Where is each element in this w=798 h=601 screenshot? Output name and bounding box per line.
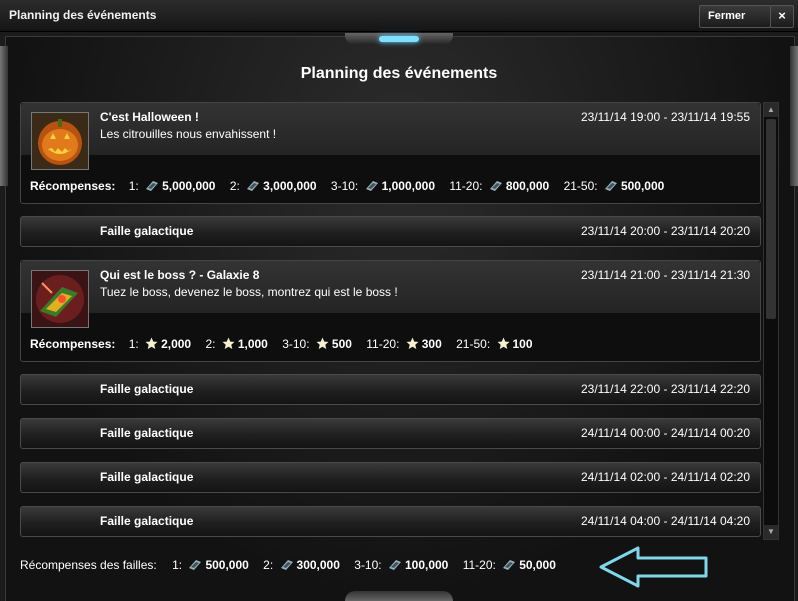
reward-value: 500 xyxy=(331,337,352,351)
event-title: Faille galactique xyxy=(100,470,194,484)
reward-rank: 11-20: xyxy=(462,558,496,572)
reward-rank: 3-10: xyxy=(354,558,382,572)
reward-rank: 21-50: xyxy=(456,337,491,351)
event-title: Faille galactique xyxy=(100,514,194,528)
close-icon[interactable]: × xyxy=(770,5,794,28)
reward-rank: 3-10: xyxy=(330,179,359,193)
event-row-faille[interactable]: Faille galactique 23/11/14 22:00 - 23/11… xyxy=(20,374,761,405)
boss-ship-icon xyxy=(31,270,89,328)
scroll-up-button[interactable]: ▲ xyxy=(764,103,778,117)
rewards-label: Récompenses: xyxy=(30,179,116,193)
event-list: C'est Halloween ! 23/11/14 19:00 - 23/11… xyxy=(20,102,761,538)
event-description: Tuez le boss, devenez le boss, montrez q… xyxy=(100,285,398,299)
credit-chip-icon xyxy=(246,180,260,195)
event-row-faille[interactable]: Faille galactique 24/11/14 04:00 - 24/11… xyxy=(20,506,761,537)
event-row-faille[interactable]: Faille galactique 24/11/14 02:00 - 24/11… xyxy=(20,462,761,493)
event-title: Faille galactique xyxy=(100,382,194,396)
event-date: 23/11/14 19:00 - 23/11/14 19:55 xyxy=(580,110,750,124)
reward-rank: 2: xyxy=(263,558,274,572)
credit-chip-icon xyxy=(604,180,618,195)
reward-value: 1,000 xyxy=(237,337,268,351)
credit-chip-icon xyxy=(489,180,503,195)
event-title: Faille galactique xyxy=(100,426,194,440)
page-title: Planning des événements xyxy=(300,65,498,82)
event-row-faille[interactable]: Faille galactique 24/11/14 00:00 - 24/11… xyxy=(20,418,761,449)
event-date: 24/11/14 04:00 - 24/11/14 04:20 xyxy=(580,514,750,528)
event-date: 23/11/14 20:00 - 23/11/14 20:20 xyxy=(580,224,750,238)
bottom-frame-ornament xyxy=(345,591,453,601)
event-date: 23/11/14 21:00 - 23/11/14 21:30 xyxy=(580,268,750,282)
title-bar: Planning des événements Fermer × xyxy=(0,0,798,32)
reward-value: 3,000,000 xyxy=(263,179,317,193)
top-frame-ornament xyxy=(345,33,453,45)
close-button[interactable]: Fermer xyxy=(699,5,771,28)
rewards-line: Récompenses: 1: 2,000 2: 1,000 3-10: 500… xyxy=(30,337,544,353)
event-title: Faille galactique xyxy=(100,224,194,238)
reward-rank: 1: xyxy=(128,337,139,351)
credit-chip-icon xyxy=(145,180,159,195)
event-card-halloween[interactable]: C'est Halloween ! 23/11/14 19:00 - 23/11… xyxy=(20,102,761,204)
event-planning-window: Planning des événements Fermer × Plannin… xyxy=(0,0,798,601)
credit-chip-icon xyxy=(365,180,379,195)
event-title: Qui est le boss ? - Galaxie 8 xyxy=(100,268,260,282)
reward-rank: 2: xyxy=(229,179,240,193)
credit-chip-icon xyxy=(502,559,516,574)
scrollbar-thumb[interactable] xyxy=(766,119,776,319)
reward-value: 500,000 xyxy=(205,558,249,572)
pumpkin-icon xyxy=(31,112,89,170)
left-arrow-icon xyxy=(598,545,710,592)
event-description: Les citrouilles nous envahissent ! xyxy=(100,127,277,141)
reward-value: 1,000,000 xyxy=(381,179,435,193)
event-date: 23/11/14 22:00 - 23/11/14 22:20 xyxy=(580,382,750,396)
reward-rank: 1: xyxy=(128,179,139,193)
reward-rank: 3-10: xyxy=(282,337,310,351)
reward-value: 100,000 xyxy=(404,558,449,572)
credit-chip-icon xyxy=(280,559,294,574)
rewards-line: Récompenses: 1: 5,000,000 2: 3,000,000 3… xyxy=(30,179,675,195)
reward-rank: 11-20: xyxy=(366,337,400,351)
star-icon xyxy=(316,337,329,353)
glow-light xyxy=(379,36,419,42)
reward-rank: 2: xyxy=(205,337,216,351)
window-title: Planning des événements xyxy=(9,8,157,22)
reward-rank: 1: xyxy=(172,558,183,572)
star-icon xyxy=(406,337,419,353)
reward-value: 100 xyxy=(512,337,533,351)
reward-value: 50,000 xyxy=(519,558,556,572)
star-icon xyxy=(222,337,235,353)
rift-rewards: Récompenses des failles: 1: 500,000 2: 3… xyxy=(20,558,567,574)
reward-value: 300 xyxy=(421,337,442,351)
reward-value: 2,000 xyxy=(161,337,192,351)
event-row-faille[interactable]: Faille galactique 23/11/14 20:00 - 23/11… xyxy=(20,216,761,247)
credit-chip-icon xyxy=(388,559,402,574)
reward-value: 300,000 xyxy=(296,558,340,572)
event-date: 24/11/14 02:00 - 24/11/14 02:20 xyxy=(580,470,750,484)
rewards-label: Récompenses: xyxy=(30,337,116,351)
reward-value: 5,000,000 xyxy=(162,179,216,193)
scrollbar[interactable]: ▲ ▼ xyxy=(763,102,779,540)
rift-rewards-label: Récompenses des failles: xyxy=(20,558,157,572)
credit-chip-icon xyxy=(188,559,202,574)
event-card-boss[interactable]: Qui est le boss ? - Galaxie 8 23/11/14 2… xyxy=(20,260,761,362)
event-title: C'est Halloween ! xyxy=(100,110,199,124)
scroll-down-button[interactable]: ▼ xyxy=(764,525,778,539)
event-date: 24/11/14 00:00 - 24/11/14 00:20 xyxy=(580,426,750,440)
star-icon xyxy=(145,337,158,353)
reward-rank: 11-20: xyxy=(449,179,483,193)
star-icon xyxy=(497,337,510,353)
reward-value: 800,000 xyxy=(505,179,550,193)
reward-rank: 21-50: xyxy=(563,179,598,193)
reward-value: 500,000 xyxy=(620,179,665,193)
